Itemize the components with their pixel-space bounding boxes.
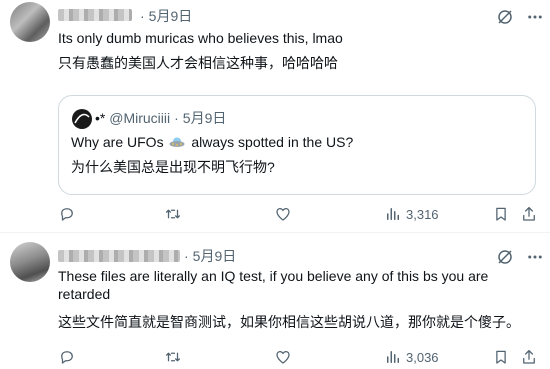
quote-handle[interactable]: @Miruciiii — [109, 110, 170, 126]
tweet[interactable]: · 5月9日 Its only dumb muricas who believes… — [0, 0, 550, 232]
views-count: 3,316 — [406, 206, 439, 222]
retweet-icon — [165, 352, 181, 362]
grok-icon[interactable] — [496, 8, 514, 26]
like-button[interactable] — [274, 347, 292, 367]
ufo-emoji-icon — [169, 137, 185, 147]
quote-avatar[interactable] — [71, 108, 93, 130]
author-name-blurred[interactable] — [58, 250, 180, 262]
quote-text-part2: always spotted in the US? — [191, 134, 354, 150]
retweet-icon — [165, 209, 181, 219]
bookmark-button[interactable] — [492, 204, 510, 224]
bookmark-button[interactable] — [492, 347, 510, 367]
tweet-date[interactable]: 5月9日 — [149, 8, 193, 24]
like-icon — [276, 350, 290, 364]
bookmark-icon — [496, 350, 506, 364]
views-button[interactable]: 3,036 — [384, 347, 439, 367]
author-name-blurred[interactable] — [58, 9, 132, 21]
separator-dot: · — [184, 248, 189, 264]
quote-text-part1: Why are UFOs — [71, 134, 164, 150]
reply-icon — [61, 208, 73, 221]
tweet-text-english-line2: retarded — [58, 286, 111, 302]
reply-button[interactable] — [58, 347, 76, 367]
more-icon[interactable] — [526, 248, 544, 266]
quote-meta: •* @Miruciiii · 5月9日 — [95, 110, 227, 126]
tweet-date[interactable]: 5月9日 — [193, 248, 237, 264]
tweet-text-english-line1: These files are literally an IQ test, if… — [58, 268, 489, 284]
reply-icon — [61, 351, 73, 364]
share-button[interactable] — [520, 204, 538, 224]
grok-icon[interactable] — [496, 248, 514, 266]
quote-text-english: Why are UFOs always spotted in the US? — [71, 132, 353, 152]
share-button[interactable] — [520, 347, 538, 367]
like-icon — [276, 207, 290, 221]
tweet-text-english: Its only dumb muricas who believes this,… — [58, 30, 343, 46]
views-button[interactable]: 3,316 — [384, 204, 439, 224]
retweet-button[interactable] — [164, 347, 182, 367]
bookmark-icon — [496, 207, 506, 221]
tweet-text-chinese: 这些文件简直就是智商测试，如果你相信这些胡说八道，那你就是个傻子。 — [58, 314, 520, 330]
share-icon — [523, 349, 535, 364]
separator-dot: · — [140, 8, 145, 24]
views-icon — [387, 351, 399, 363]
action-bar: 3,316 — [58, 204, 535, 224]
action-bar: 3,036 — [58, 347, 535, 367]
views-count: 3,036 — [406, 349, 439, 365]
quoted-tweet[interactable]: •* @Miruciiii · 5月9日 Why are UFOs always s… — [58, 95, 536, 195]
avatar[interactable] — [10, 2, 50, 42]
quote-date[interactable]: 5月9日 — [183, 110, 227, 126]
avatar[interactable] — [10, 242, 50, 282]
more-icon[interactable] — [526, 8, 544, 26]
share-icon — [523, 206, 535, 221]
quote-text-chinese: 为什么美国总是出现不明飞行物? — [71, 159, 275, 175]
tweet-meta: · 5月9日 — [180, 246, 236, 266]
tweet-divider — [0, 232, 550, 233]
tweet-text-chinese: 只有愚蠢的美国人才会相信这种事，哈哈哈哈 — [58, 55, 338, 71]
tweet[interactable]: · 5月9日 These files are literally an IQ te… — [0, 234, 550, 369]
reply-button[interactable] — [58, 204, 76, 224]
views-icon — [387, 208, 399, 220]
like-button[interactable] — [274, 204, 292, 224]
tweet-meta: · 5月9日 — [136, 6, 192, 26]
retweet-button[interactable] — [164, 204, 182, 224]
separator-dot: · — [174, 110, 179, 126]
